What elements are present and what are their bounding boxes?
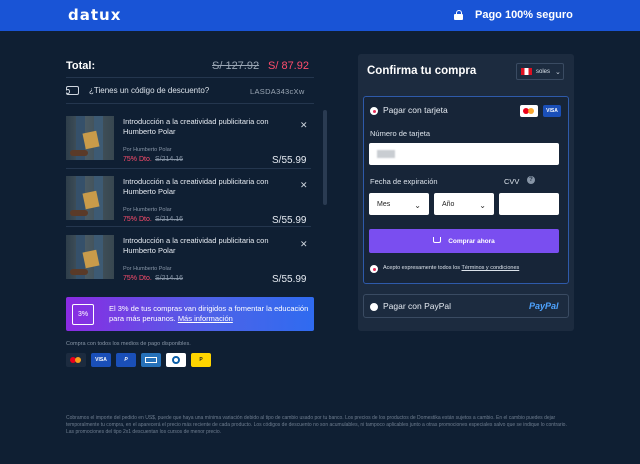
help-icon[interactable]: ? xyxy=(527,176,535,184)
course-title[interactable]: Introducción a la creatividad publicitar… xyxy=(123,117,273,136)
cvv-input[interactable] xyxy=(499,193,559,215)
cart-icon xyxy=(433,237,442,243)
year-value: Año xyxy=(442,200,455,208)
currency-value: soles xyxy=(536,68,551,75)
course-discount: 75% Dto. xyxy=(123,216,152,223)
course-author: Por Humberto Polar xyxy=(123,147,172,153)
chevron-down-icon: ⌄ xyxy=(555,68,561,76)
checkout-panel: Confirma tu compra soles ⌄ Pagar con tar… xyxy=(358,54,574,331)
course-old-price: S/214.16 xyxy=(155,275,184,282)
divider xyxy=(66,168,311,169)
course-thumbnail[interactable] xyxy=(66,116,114,160)
card-payment-option: Pagar con tarjeta VISA Número de tarjeta… xyxy=(363,96,569,284)
course-item: Introducción a la creatividad publicitar… xyxy=(66,235,311,285)
course-old-price: S/214.16 xyxy=(155,156,184,163)
secure-label: Pago 100% seguro xyxy=(475,9,573,21)
course-item: Introducción a la creatividad publicitar… xyxy=(66,176,311,226)
expiry-label: Fecha de expiración xyxy=(370,177,438,186)
coupon-question[interactable]: ¿Tienes un código de descuento? xyxy=(89,86,209,95)
card-number-input[interactable] xyxy=(369,143,559,165)
footer-disclaimer: Cobramos el importe del pedido en US$, p… xyxy=(66,415,567,435)
new-total: S/ 87.92 xyxy=(268,60,309,72)
payment-methods-note: Compra con todos los medios de pago disp… xyxy=(66,341,191,347)
course-title[interactable]: Introducción a la creatividad publicitar… xyxy=(123,236,273,255)
paypal-icon: P xyxy=(116,353,136,367)
divider xyxy=(66,77,314,78)
education-banner: 3% El 3% de tus compras van dirigidos a … xyxy=(66,297,314,331)
mastercard-icon xyxy=(66,353,86,367)
year-select[interactable]: Año ⌄ xyxy=(434,193,494,215)
paypal-option-label[interactable]: Pagar con PayPal xyxy=(383,301,451,311)
chevron-down-icon: ⌄ xyxy=(479,201,486,210)
amex-icon xyxy=(141,353,161,367)
paypal-payment-option[interactable]: Pagar con PayPal PayPal xyxy=(363,294,569,318)
logo[interactable]: datux xyxy=(68,6,121,24)
terms-checkbox[interactable] xyxy=(370,265,378,273)
more-info-link[interactable]: Más información xyxy=(178,314,233,323)
paypal-radio[interactable] xyxy=(370,303,378,311)
close-icon[interactable]: ✕ xyxy=(300,181,308,190)
cvv-label: CVV xyxy=(504,177,520,186)
mastercard-icon xyxy=(520,105,538,117)
top-bar: datux Pago 100% seguro xyxy=(0,0,640,31)
chevron-down-icon: ⌄ xyxy=(414,201,421,210)
terms-text: Acepto expresamente todos los Términos y… xyxy=(383,265,519,271)
ticket-icon xyxy=(66,86,79,95)
diners-icon xyxy=(166,353,186,367)
course-item: Introducción a la creatividad publicitar… xyxy=(66,116,311,166)
pagoefectivo-icon: P xyxy=(191,353,211,367)
paypal-logo: PayPal xyxy=(529,301,559,311)
close-icon[interactable]: ✕ xyxy=(300,121,308,130)
coupon-code[interactable]: LASDA343cXw xyxy=(250,87,305,96)
course-discount: 75% Dto. xyxy=(123,275,152,282)
course-title[interactable]: Introducción a la creatividad publicitar… xyxy=(123,177,273,196)
course-discount: 75% Dto. xyxy=(123,156,152,163)
course-price: S/55.99 xyxy=(272,215,307,226)
card-number-label: Número de tarjeta xyxy=(370,129,431,138)
old-total: S/ 127.92 xyxy=(212,60,260,72)
course-author: Por Humberto Polar xyxy=(123,266,172,272)
peru-flag-icon xyxy=(521,68,532,75)
visa-icon: VISA xyxy=(91,353,111,367)
scrollbar[interactable] xyxy=(323,110,327,205)
course-price: S/55.99 xyxy=(272,274,307,285)
course-old-price: S/214.16 xyxy=(155,216,184,223)
divider xyxy=(66,103,314,104)
checkout-title: Confirma tu compra xyxy=(367,65,477,77)
visa-icon: VISA xyxy=(543,105,561,117)
secure-payment-indicator: Pago 100% seguro xyxy=(454,9,573,21)
course-author: Por Humberto Polar xyxy=(123,207,172,213)
month-select[interactable]: Mes ⌄ xyxy=(369,193,429,215)
buy-now-button[interactable]: Comprar ahora xyxy=(369,229,559,253)
course-thumbnail[interactable] xyxy=(66,176,114,220)
month-value: Mes xyxy=(377,200,391,208)
buy-now-label: Comprar ahora xyxy=(448,237,495,245)
banner-text: El 3% de tus compras van dirigidos a fom… xyxy=(109,304,309,324)
course-thumbnail[interactable] xyxy=(66,235,114,279)
payment-logos: VISA P P xyxy=(66,353,211,367)
currency-select[interactable]: soles ⌄ xyxy=(516,63,564,80)
divider xyxy=(66,226,311,227)
total-label: Total: xyxy=(66,60,96,72)
close-icon[interactable]: ✕ xyxy=(300,240,308,249)
lock-icon xyxy=(454,10,463,20)
terms-link[interactable]: Términos y condiciones xyxy=(461,265,519,271)
banner-badge: 3% xyxy=(72,304,94,325)
terms-prefix: Acepto expresamente todos los xyxy=(383,265,461,271)
course-price: S/55.99 xyxy=(272,155,307,166)
card-radio[interactable] xyxy=(370,107,378,115)
card-option-label[interactable]: Pagar con tarjeta xyxy=(383,105,448,115)
